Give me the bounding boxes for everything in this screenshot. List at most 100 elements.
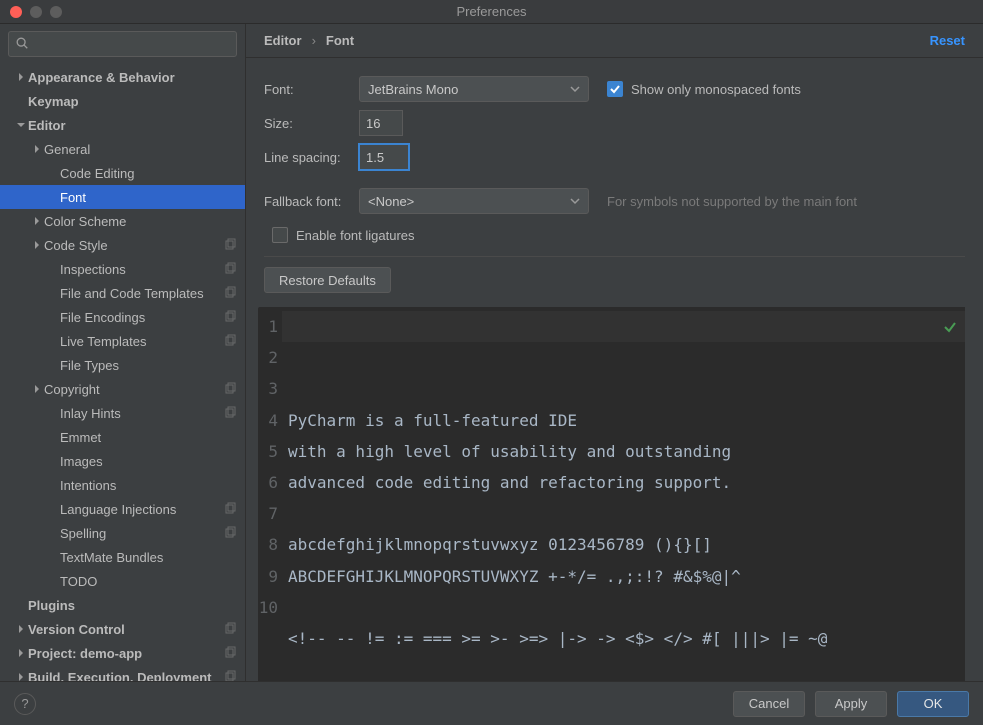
- fallback-font-select[interactable]: <None>: [359, 188, 589, 214]
- expand-arrow-icon[interactable]: [14, 646, 28, 660]
- tree-item-label: Emmet: [60, 430, 237, 445]
- arrow-placeholder: [46, 574, 60, 588]
- preview-line: abcdefghijklmnopqrstuvwxyz 0123456789 ()…: [288, 529, 957, 560]
- preview-line: [288, 592, 957, 623]
- line-number: 4: [258, 405, 278, 436]
- tree-item[interactable]: Plugins: [0, 593, 245, 617]
- check-icon: [943, 313, 957, 344]
- size-label: Size:: [264, 116, 359, 131]
- tree-item[interactable]: Editor: [0, 113, 245, 137]
- sidebar: Appearance & BehaviorKeymapEditorGeneral…: [0, 24, 246, 681]
- expand-arrow-icon[interactable]: [30, 142, 44, 156]
- tree-item[interactable]: Intentions: [0, 473, 245, 497]
- tree-item[interactable]: Inspections: [0, 257, 245, 281]
- arrow-placeholder: [46, 190, 60, 204]
- search-box[interactable]: [8, 31, 237, 57]
- expand-arrow-icon[interactable]: [30, 382, 44, 396]
- per-project-icon: [223, 286, 237, 300]
- restore-defaults-label: Restore Defaults: [279, 273, 376, 288]
- tree-item[interactable]: Project: demo-app: [0, 641, 245, 665]
- expand-arrow-icon[interactable]: [14, 118, 28, 132]
- per-project-icon: [223, 310, 237, 324]
- tree-item-label: Spelling: [60, 526, 223, 541]
- preview-line: ABCDEFGHIJKLMNOPQRSTUVWXYZ +-*/= .,;:!? …: [288, 561, 957, 592]
- line-spacing-input[interactable]: [359, 144, 409, 170]
- line-number: 8: [258, 529, 278, 560]
- line-gutter: 12345678910: [258, 307, 282, 681]
- tree-item[interactable]: TODO: [0, 569, 245, 593]
- chevron-down-icon: [570, 194, 580, 209]
- preview-line: [288, 654, 957, 681]
- font-label: Font:: [264, 82, 359, 97]
- tree-item-label: Project: demo-app: [28, 646, 223, 661]
- tree-item[interactable]: Copyright: [0, 377, 245, 401]
- ligatures-checkbox[interactable]: [272, 227, 288, 243]
- settings-tree[interactable]: Appearance & BehaviorKeymapEditorGeneral…: [0, 63, 245, 681]
- titlebar: Preferences: [0, 0, 983, 24]
- font-select[interactable]: JetBrains Mono: [359, 76, 589, 102]
- reset-link[interactable]: Reset: [930, 33, 965, 48]
- expand-arrow-icon[interactable]: [14, 70, 28, 84]
- size-input[interactable]: [359, 110, 403, 136]
- cancel-button[interactable]: Cancel: [733, 691, 805, 717]
- tree-item[interactable]: File and Code Templates: [0, 281, 245, 305]
- line-number: 6: [258, 467, 278, 498]
- tree-item[interactable]: File Encodings: [0, 305, 245, 329]
- tree-item-label: Build, Execution, Deployment: [28, 670, 223, 682]
- search-input[interactable]: [33, 37, 230, 52]
- expand-arrow-icon[interactable]: [14, 622, 28, 636]
- tree-item[interactable]: Build, Execution, Deployment: [0, 665, 245, 681]
- tree-item[interactable]: Spelling: [0, 521, 245, 545]
- ok-label: OK: [924, 696, 943, 711]
- tree-item[interactable]: Appearance & Behavior: [0, 65, 245, 89]
- expand-arrow-icon[interactable]: [30, 214, 44, 228]
- fallback-font-label: Fallback font:: [264, 194, 359, 209]
- tree-item[interactable]: Inlay Hints: [0, 401, 245, 425]
- tree-item[interactable]: Code Style: [0, 233, 245, 257]
- per-project-icon: [223, 622, 237, 636]
- tree-item-label: File Encodings: [60, 310, 223, 325]
- line-number: 9: [258, 561, 278, 592]
- tree-item[interactable]: Code Editing: [0, 161, 245, 185]
- tree-item[interactable]: General: [0, 137, 245, 161]
- current-line-highlight: [282, 311, 965, 342]
- expand-arrow-icon[interactable]: [14, 670, 28, 681]
- arrow-placeholder: [46, 262, 60, 276]
- tree-item[interactable]: Color Scheme: [0, 209, 245, 233]
- tree-item[interactable]: Language Injections: [0, 497, 245, 521]
- breadcrumb-root[interactable]: Editor: [264, 33, 302, 48]
- tree-item-label: Font: [60, 190, 237, 205]
- tree-item-label: Plugins: [28, 598, 237, 613]
- arrow-placeholder: [46, 550, 60, 564]
- apply-button[interactable]: Apply: [815, 691, 887, 717]
- ok-button[interactable]: OK: [897, 691, 969, 717]
- mono-checkbox-label: Show only monospaced fonts: [631, 82, 801, 97]
- mono-checkbox[interactable]: [607, 81, 623, 97]
- preview-line: PyCharm is a full-featured IDE: [288, 405, 957, 436]
- tree-item[interactable]: Live Templates: [0, 329, 245, 353]
- tree-item[interactable]: Font: [0, 185, 245, 209]
- restore-defaults-button[interactable]: Restore Defaults: [264, 267, 391, 293]
- tree-item[interactable]: Version Control: [0, 617, 245, 641]
- arrow-placeholder: [46, 478, 60, 492]
- tree-item[interactable]: File Types: [0, 353, 245, 377]
- tree-item[interactable]: TextMate Bundles: [0, 545, 245, 569]
- arrow-placeholder: [46, 526, 60, 540]
- line-number: 5: [258, 436, 278, 467]
- arrow-placeholder: [46, 286, 60, 300]
- dialog-footer: ? Cancel Apply OK: [0, 681, 983, 725]
- fallback-hint: For symbols not supported by the main fo…: [607, 194, 857, 209]
- help-button[interactable]: ?: [14, 693, 36, 715]
- tree-item[interactable]: Emmet: [0, 425, 245, 449]
- per-project-icon: [223, 238, 237, 252]
- preview-code: PyCharm is a full-featured IDEwith a hig…: [282, 307, 965, 681]
- arrow-placeholder: [46, 358, 60, 372]
- per-project-icon: [223, 406, 237, 420]
- line-number: 7: [258, 498, 278, 529]
- expand-arrow-icon[interactable]: [30, 238, 44, 252]
- tree-item-label: Inspections: [60, 262, 223, 277]
- tree-item[interactable]: Keymap: [0, 89, 245, 113]
- arrow-placeholder: [46, 430, 60, 444]
- tree-item[interactable]: Images: [0, 449, 245, 473]
- preview-line: with a high level of usability and outst…: [288, 436, 957, 467]
